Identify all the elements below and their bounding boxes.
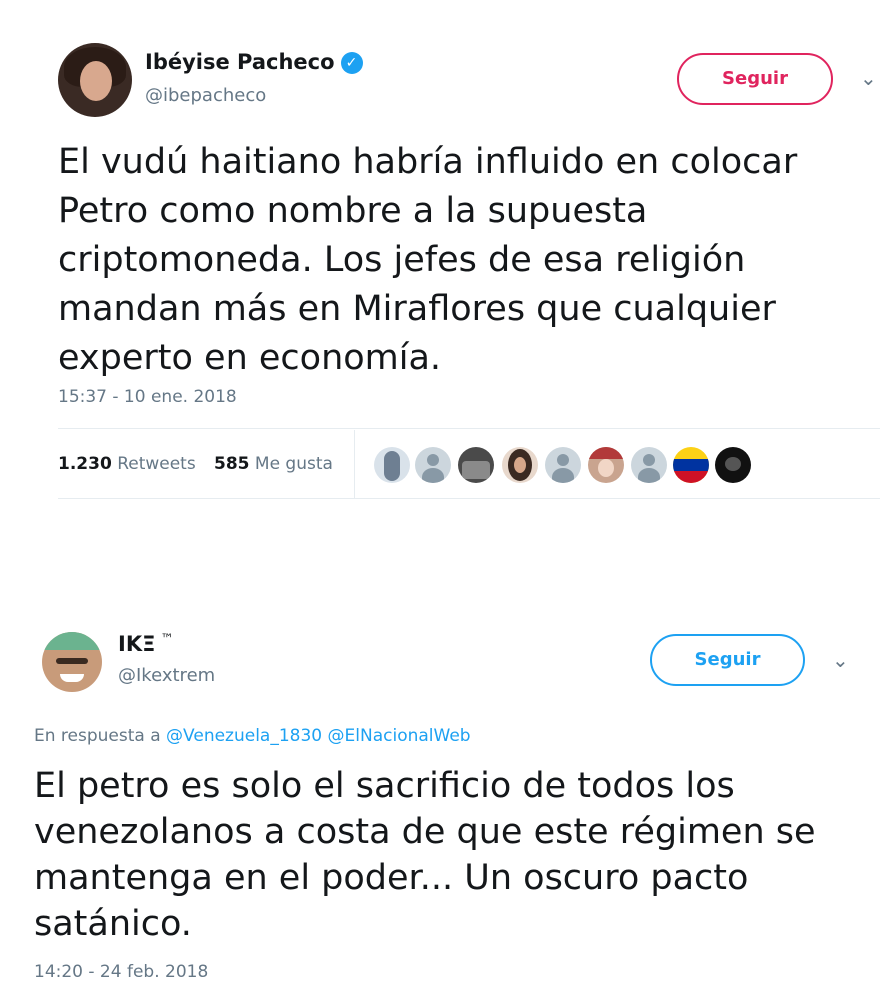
avatar-mouth	[60, 674, 84, 682]
trademark-mark: ™	[160, 632, 174, 647]
retweets-stat[interactable]: 1.230 Retweets	[58, 454, 196, 474]
retweets-count: 1.230	[58, 454, 112, 474]
liker-avatar[interactable]	[502, 447, 538, 483]
reply-mention-link[interactable]: @ElNacionalWeb	[328, 726, 471, 746]
liker-avatar[interactable]	[588, 447, 624, 483]
reply-prefix: En respuesta a	[34, 726, 161, 746]
avatar[interactable]	[58, 43, 132, 117]
likes-label: Me gusta	[254, 454, 333, 474]
tweet-timestamp[interactable]: 14:20 - 24 feb. 2018	[34, 962, 208, 982]
avatar[interactable]	[42, 632, 102, 692]
author-name-row: IKΞ ™	[118, 632, 173, 656]
author-name[interactable]: Ibéyise Pacheco	[145, 50, 335, 74]
liker-avatar[interactable]	[631, 447, 667, 483]
author-name-row: Ibéyise Pacheco ✓	[145, 50, 363, 74]
likes-stat[interactable]: 585 Me gusta	[214, 454, 333, 474]
likes-count: 585	[214, 454, 250, 474]
chevron-down-icon[interactable]: ⌄	[860, 66, 877, 90]
reply-mention-link[interactable]: @Venezuela_1830	[166, 726, 322, 746]
author-handle[interactable]: @ibepacheco	[145, 85, 266, 106]
tweet-text: El petro es solo el sacrificio de todos …	[34, 766, 816, 944]
avatar-hair	[42, 632, 102, 650]
follow-button[interactable]: Seguir	[650, 634, 805, 686]
stats-divider	[354, 430, 355, 498]
author-name[interactable]: IKΞ	[118, 632, 155, 656]
follow-button[interactable]: Seguir	[677, 53, 833, 105]
divider	[58, 428, 880, 429]
avatar-face	[80, 61, 112, 101]
retweets-label: Retweets	[117, 454, 196, 474]
chevron-down-icon[interactable]: ⌄	[832, 648, 849, 672]
liker-avatar[interactable]	[673, 447, 709, 483]
liker-avatar[interactable]	[545, 447, 581, 483]
tweet-timestamp[interactable]: 15:37 - 10 ene. 2018	[58, 387, 237, 407]
liker-avatar[interactable]	[415, 447, 451, 483]
divider	[58, 498, 880, 499]
liker-avatar[interactable]	[374, 447, 410, 483]
reply-context: En respuesta a @Venezuela_1830 @ElNacion…	[34, 726, 471, 746]
liker-avatar[interactable]	[715, 447, 751, 483]
verified-badge-icon: ✓	[340, 52, 363, 74]
tweet-text: El vudú haitiano habría influido en colo…	[58, 142, 798, 378]
author-handle[interactable]: @Ikextrem	[118, 665, 215, 686]
avatar-eyes	[56, 658, 88, 664]
liker-avatar[interactable]	[458, 447, 494, 483]
